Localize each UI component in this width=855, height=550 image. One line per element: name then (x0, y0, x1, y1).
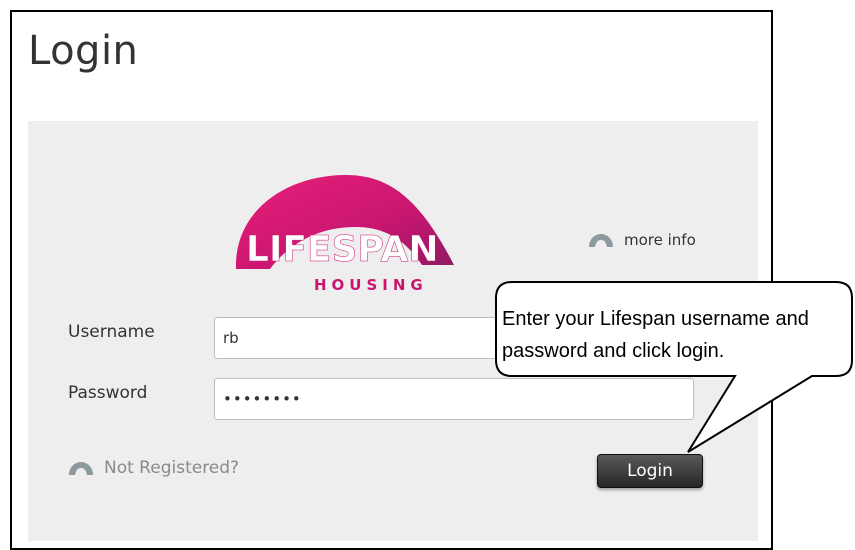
callout-bubble (495, 281, 853, 453)
callout-text: Enter your Lifespan username and passwor… (502, 308, 809, 362)
